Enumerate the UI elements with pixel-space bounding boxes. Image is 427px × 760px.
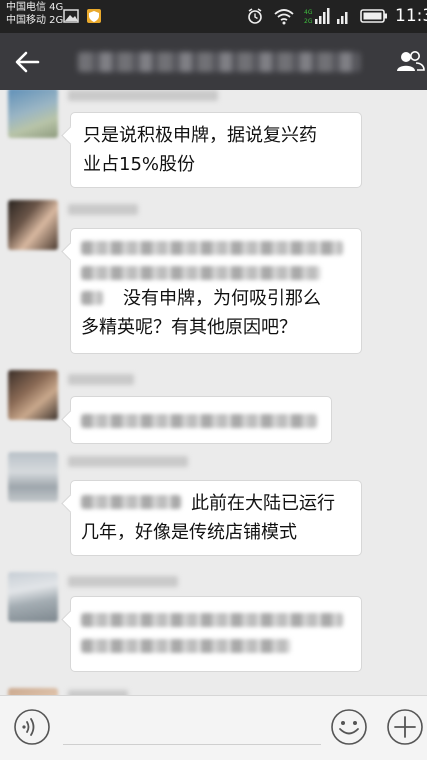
- battery-icon: [360, 9, 387, 23]
- message-list[interactable]: 只是说积极申牌，据说复兴药 业占15%股份 没有申牌，为何吸引那么 多精英呢？有…: [0, 90, 427, 695]
- back-button[interactable]: [12, 47, 42, 77]
- redacted-text: [81, 495, 181, 509]
- avatar[interactable]: [8, 370, 58, 420]
- chat-title-redacted: [78, 52, 360, 72]
- redacted-text: [81, 639, 291, 653]
- redacted-text: [81, 291, 103, 305]
- avatar[interactable]: [8, 572, 58, 622]
- avatar[interactable]: [8, 688, 58, 695]
- svg-text:2G: 2G: [304, 18, 313, 25]
- signal-icon-2: [337, 12, 348, 24]
- group-members-icon[interactable]: [395, 47, 425, 77]
- sender-name-redacted: [68, 90, 218, 101]
- sender-name-redacted: [68, 576, 178, 587]
- avatar[interactable]: [8, 200, 58, 250]
- message-text-line: 没有申牌，为何吸引那么: [123, 288, 321, 309]
- redacted-text: [81, 241, 343, 255]
- message-bubble[interactable]: 此前在大陆已运行 几年，好像是传统店铺模式: [70, 480, 362, 556]
- signal-icon: 4G 2G: [304, 8, 330, 25]
- svg-text:4G: 4G: [304, 9, 313, 16]
- message-bubble[interactable]: [70, 596, 362, 672]
- message-text-line: 此前在大陆已运行: [191, 493, 335, 514]
- plus-icon[interactable]: [385, 707, 425, 747]
- message-bubble[interactable]: [70, 396, 332, 444]
- message-text-line: 多精英呢？有其他原因吧？: [81, 317, 297, 338]
- message-input[interactable]: [63, 708, 321, 742]
- avatar[interactable]: [8, 90, 58, 138]
- message-bubble[interactable]: 只是说积极申牌，据说复兴药 业占15%股份: [70, 112, 362, 188]
- redacted-text: [81, 414, 317, 428]
- message-bubble[interactable]: 没有申牌，为何吸引那么 多精英呢？有其他原因吧？: [70, 228, 362, 354]
- message-text-line: 只是说积极申牌，据说复兴药: [83, 125, 317, 146]
- image-icon: [63, 9, 79, 23]
- voice-icon[interactable]: [12, 707, 52, 747]
- wifi-icon: [274, 9, 294, 25]
- title-bar: [0, 33, 427, 90]
- message-text-line: 几年，好像是传统店铺模式: [81, 522, 297, 543]
- carrier-label-2: 中国移动 2G: [6, 15, 64, 26]
- status-bar: 中国电信 4G 中国移动 2G 4G 2G 11:3: [0, 0, 427, 33]
- carrier-label-1: 中国电信 4G: [6, 2, 64, 13]
- sender-name-redacted: [68, 456, 188, 467]
- shield-icon: [87, 9, 101, 23]
- clock: 11:3: [395, 6, 427, 26]
- sender-name-redacted: [68, 204, 138, 215]
- alarm-icon: [248, 8, 262, 24]
- emoji-icon[interactable]: [329, 707, 369, 747]
- redacted-text: [81, 266, 321, 280]
- input-bar: [0, 695, 427, 760]
- input-underline: [63, 744, 321, 745]
- message-text-line: 业占15%股份: [83, 154, 196, 175]
- avatar[interactable]: [8, 452, 58, 502]
- redacted-text: [81, 613, 343, 627]
- sender-name-redacted: [68, 374, 134, 385]
